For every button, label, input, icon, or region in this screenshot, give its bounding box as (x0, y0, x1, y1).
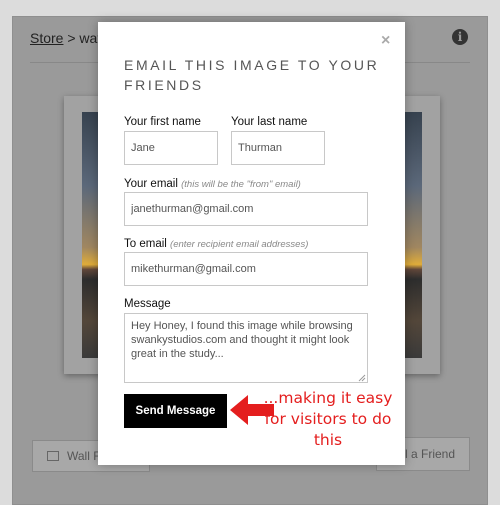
first-name-input[interactable] (124, 131, 218, 165)
breadcrumb-store-link[interactable]: Store (30, 30, 63, 46)
send-message-button[interactable]: Send Message (124, 394, 227, 428)
close-icon[interactable]: × (381, 32, 390, 50)
first-name-label: Your first name (124, 116, 201, 128)
to-email-input[interactable] (124, 252, 368, 286)
last-name-label: Your last name (231, 116, 308, 128)
message-textarea[interactable]: Hey Honey, I found this image while brow… (124, 313, 368, 383)
your-email-input[interactable] (124, 192, 368, 226)
email-friend-label: il a Friend (402, 447, 455, 461)
your-email-label-text: Your email (124, 178, 178, 190)
last-name-input[interactable] (231, 131, 325, 165)
info-icon[interactable]: i (452, 29, 468, 45)
to-email-hint: (enter recipient email addresses) (170, 239, 309, 250)
breadcrumb: Store > wats (30, 30, 108, 46)
annotation-text: ...making it easy for visitors to do thi… (263, 389, 393, 449)
image-icon (47, 451, 59, 461)
modal-title: EMAIL THIS IMAGE TO YOUR FRIENDS (124, 57, 380, 93)
wall-preview-label: Wall F (67, 449, 101, 463)
message-label: Message (124, 298, 171, 310)
your-email-label: Your email (this will be the "from" emai… (124, 178, 301, 190)
resize-grip-icon[interactable] (358, 374, 366, 382)
to-email-label-text: To email (124, 238, 167, 250)
your-email-hint: (this will be the "from" email) (181, 179, 301, 190)
to-email-label: To email (enter recipient email addresse… (124, 238, 308, 250)
